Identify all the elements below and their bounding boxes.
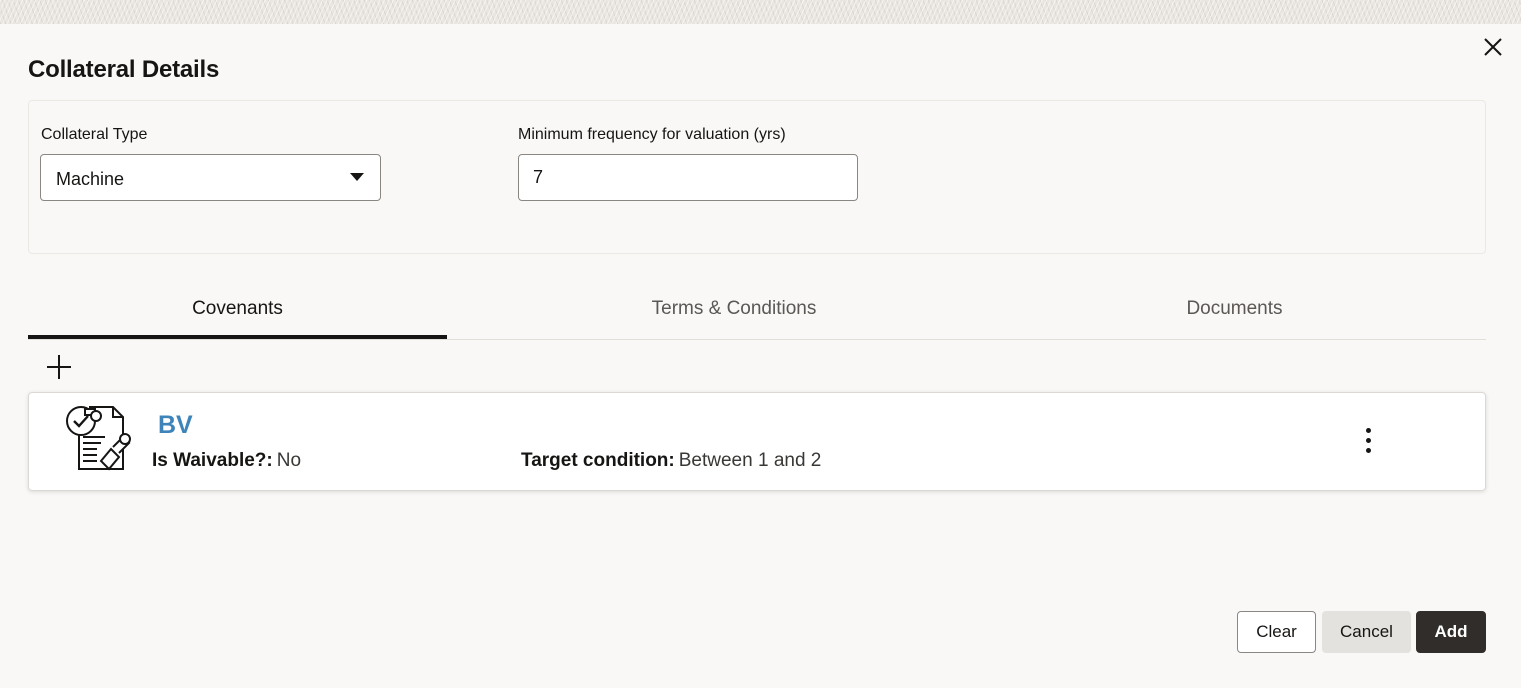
- waivable-value: No: [276, 450, 302, 471]
- add-button[interactable]: Add: [1416, 611, 1486, 653]
- dialog-title: Collateral Details: [28, 56, 220, 83]
- add-covenant-button[interactable]: [42, 350, 76, 384]
- target-condition-label: Target condition:: [521, 450, 675, 471]
- waivable-label: Is Waivable?:: [152, 450, 273, 471]
- tab-documents[interactable]: Documents: [1021, 290, 1448, 340]
- close-icon[interactable]: [1480, 34, 1506, 60]
- cancel-button[interactable]: Cancel: [1322, 611, 1411, 653]
- chevron-down-icon[interactable]: [350, 173, 364, 181]
- target-condition-field: Target condition: Between 1 and 2: [521, 450, 821, 472]
- document-checklist-icon: [63, 403, 133, 475]
- target-condition-value: Between 1 and 2: [678, 450, 822, 471]
- collateral-form-panel: Collateral Type Machine Minimum frequenc…: [28, 100, 1486, 254]
- waivable-field: Is Waivable?: No: [152, 450, 301, 472]
- collateral-type-value: Machine: [56, 169, 125, 189]
- collateral-type-select[interactable]: Machine: [40, 154, 381, 201]
- collateral-details-dialog: Collateral Details Collateral Type Machi…: [0, 24, 1521, 688]
- covenant-card: BV Is Waivable?: No Target condition: Betw…: [28, 392, 1486, 491]
- tab-bar: Covenants Terms & Conditions Documents: [28, 290, 1486, 340]
- covenant-name-link[interactable]: BV: [158, 411, 193, 440]
- collateral-type-label: Collateral Type: [41, 126, 148, 143]
- background-texture-strip: [0, 0, 1521, 24]
- plus-icon[interactable]: [42, 350, 76, 384]
- close-button[interactable]: [1480, 34, 1506, 60]
- clear-button[interactable]: Clear: [1237, 611, 1316, 653]
- min-frequency-input[interactable]: [518, 154, 858, 201]
- kebab-menu-icon[interactable]: [1355, 425, 1381, 459]
- tab-terms-conditions[interactable]: Terms & Conditions: [447, 290, 1021, 340]
- tab-covenants[interactable]: Covenants: [28, 290, 447, 339]
- min-frequency-label: Minimum frequency for valuation (yrs): [518, 126, 786, 143]
